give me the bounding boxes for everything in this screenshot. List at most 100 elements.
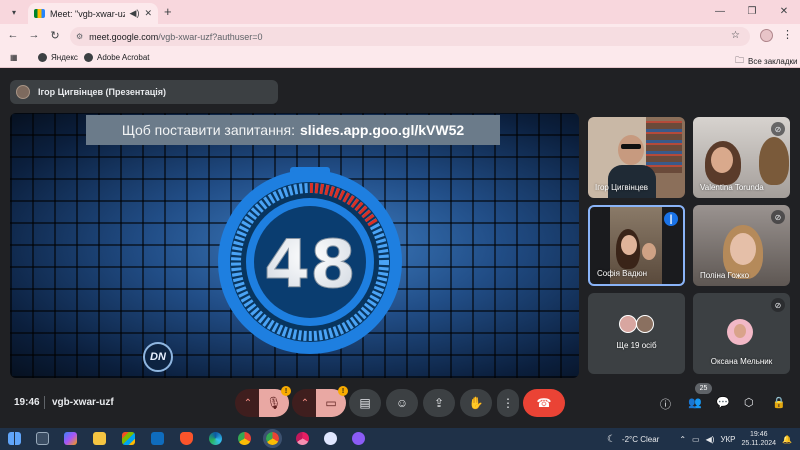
camera-off-icon: ▭ (325, 396, 337, 410)
participant-face (730, 233, 756, 265)
close-window-button[interactable]: ✕ (768, 0, 800, 24)
present-screen-icon: ⇪ (433, 396, 445, 410)
brave-browser-icon[interactable] (180, 432, 193, 445)
site-info-icon[interactable]: ⚙ (76, 32, 83, 41)
presenter-label: Ігор Цигвінцев (Презентація) (38, 87, 166, 97)
meeting-code: vgb-xwar-uzf (52, 397, 114, 408)
meeting-details-icon[interactable]: ⓘ (660, 396, 671, 412)
weather-text[interactable]: -2°C Clear (622, 435, 659, 444)
more-options-button[interactable]: ⋮ (497, 389, 519, 417)
forward-button[interactable]: → (27, 29, 41, 41)
people-count-badge: 25 (695, 383, 712, 394)
bookmarks-bar: ▦ Яндекс Adobe Acrobat 🗀 Все закладки (0, 48, 800, 68)
chat-icon[interactable]: 💬 (716, 396, 730, 409)
dn-logo: DN (143, 342, 173, 372)
camera-warning-icon: ! (338, 386, 348, 396)
emoji-icon: ☺ (395, 396, 409, 410)
tab-close-button[interactable]: ✕ (144, 8, 152, 19)
participant-tile[interactable]: ⊘ Поліна Гожко (693, 205, 790, 286)
bookmark-yandex[interactable]: Яндекс (38, 53, 78, 62)
browser-tab-meet[interactable]: Meet: "vgb-xwar-uzf" ◀) ✕ (28, 3, 158, 24)
participant-tile-speaking[interactable]: ┃ Софія Вадюн (588, 205, 685, 286)
url-path: /vgb-xwar-uzf?authuser=0 (158, 31, 263, 42)
participant-name: Софія Вадюн (597, 269, 648, 278)
participant-name: Ігор Цигвінцев (595, 183, 649, 192)
participant-body (608, 165, 656, 198)
video-options-button[interactable]: ⌃ (292, 389, 318, 417)
mic-off-icon: ⊘ (771, 298, 785, 312)
more-vert-icon: ⋮ (502, 396, 514, 410)
chrome-icon[interactable] (238, 432, 251, 445)
glasses (621, 144, 641, 149)
chrome-active-icon[interactable] (263, 429, 282, 448)
apps-grid-icon[interactable]: ▦ (10, 53, 18, 62)
timer-value: 48 (264, 226, 356, 303)
participant-face (734, 324, 746, 338)
participant-name: Оксана Мельник (710, 357, 773, 366)
slide-banner: Щоб поставити запитання: slides.app.goo.… (86, 115, 500, 145)
language-indicator[interactable]: УКР (720, 435, 735, 444)
moon-weather-icon: ☾ (606, 433, 616, 445)
participant-avatar (727, 319, 753, 345)
reload-button[interactable]: ↻ (48, 29, 62, 42)
clock[interactable]: 19:46 25.11.2024 (742, 430, 777, 448)
presenter-avatar (16, 85, 30, 99)
more-participants-label: Ще 19 осіб (616, 341, 657, 350)
back-button[interactable]: ← (6, 29, 20, 41)
countdown-timer: 48 (218, 167, 402, 354)
tab-title: Meet: "vgb-xwar-uzf" (50, 8, 125, 19)
browser-toolbar: ← → ↻ ⚙ meet.google.com/vgb-xwar-uzf?aut… (0, 24, 800, 48)
browser-tab-strip: ▾ Meet: "vgb-xwar-uzf" ◀) ✕ + — ❐ ✕ (0, 0, 800, 24)
captions-button[interactable]: ▤ (349, 389, 381, 417)
participant-tile[interactable]: Ігор Цигвінцев (588, 117, 685, 198)
raise-hand-button[interactable]: ✋ (460, 389, 492, 417)
mail-icon[interactable] (151, 432, 164, 445)
more-participants-tile[interactable]: Ще 19 осіб (588, 293, 685, 374)
reactions-button[interactable]: ☺ (386, 389, 418, 417)
presenter-bar[interactable]: Ігор Цигвінцев (Презентація) (10, 80, 278, 104)
all-bookmarks-button[interactable]: 🗀 Все закладки (735, 53, 797, 69)
participant-name: Valentina Torunda (700, 183, 764, 192)
new-tab-button[interactable]: + (164, 4, 172, 19)
address-bar[interactable]: ⚙ meet.google.com/vgb-xwar-uzf?authuser=… (70, 27, 750, 46)
profile-avatar[interactable] (760, 29, 773, 42)
activities-icon[interactable]: ⬡ (744, 396, 754, 409)
participant-tile[interactable]: ⊘ Valentina Torunda (693, 117, 790, 198)
taskbar-time: 19:46 (750, 431, 768, 438)
present-button[interactable]: ⇪ (423, 389, 455, 417)
notifications-icon[interactable]: 🔔 (782, 435, 792, 444)
windows-taskbar: ☾ -2°C Clear ⌃ ▭ ◀) УКР 19:46 25.11.2024… (0, 428, 800, 450)
tray-chevron-icon[interactable]: ⌃ (679, 435, 686, 444)
network-icon[interactable]: ▭ (692, 435, 700, 444)
chrome-profile-icon[interactable] (324, 432, 337, 445)
window-controls: — ❐ ✕ (704, 0, 800, 24)
participant-avatar (636, 315, 654, 333)
minimize-button[interactable]: — (704, 0, 736, 24)
people-icon[interactable]: 👥 (688, 396, 702, 409)
messenger-icon[interactable] (352, 432, 365, 445)
google-meet-favicon-icon (34, 9, 45, 18)
file-explorer-icon[interactable] (93, 432, 106, 445)
edge-browser-icon[interactable] (209, 432, 222, 445)
task-view-icon[interactable] (36, 432, 49, 445)
leave-call-button[interactable]: ☎ (523, 389, 565, 417)
restore-button[interactable]: ❐ (736, 0, 768, 24)
windows-start-icon[interactable] (8, 432, 21, 445)
slide-banner-url: slides.app.goo.gl/kVW52 (300, 122, 465, 138)
volume-icon[interactable]: ◀) (706, 435, 715, 444)
store-icon[interactable] (122, 432, 135, 445)
presentation-slide: Щоб поставити запитання: slides.app.goo.… (10, 113, 579, 378)
participant-hair (759, 137, 789, 185)
participant-tile[interactable]: ⊘ Оксана Мельник (693, 293, 790, 374)
browser-menu-icon[interactable]: ⋮ (782, 28, 793, 41)
host-controls-icon[interactable]: 🔒 (772, 396, 786, 409)
audio-options-button[interactable]: ⌃ (235, 389, 261, 417)
tab-search-button[interactable]: ▾ (7, 5, 21, 19)
copilot-icon[interactable] (64, 432, 77, 445)
hang-up-icon: ☎ (536, 396, 552, 410)
mic-off-icon: ⊘ (771, 210, 785, 224)
bookmark-star-icon[interactable]: ☆ (731, 30, 740, 41)
bookshelf (646, 121, 682, 173)
chrome-profile-icon[interactable] (296, 432, 309, 445)
bookmark-adobe-acrobat[interactable]: Adobe Acrobat (84, 53, 149, 62)
